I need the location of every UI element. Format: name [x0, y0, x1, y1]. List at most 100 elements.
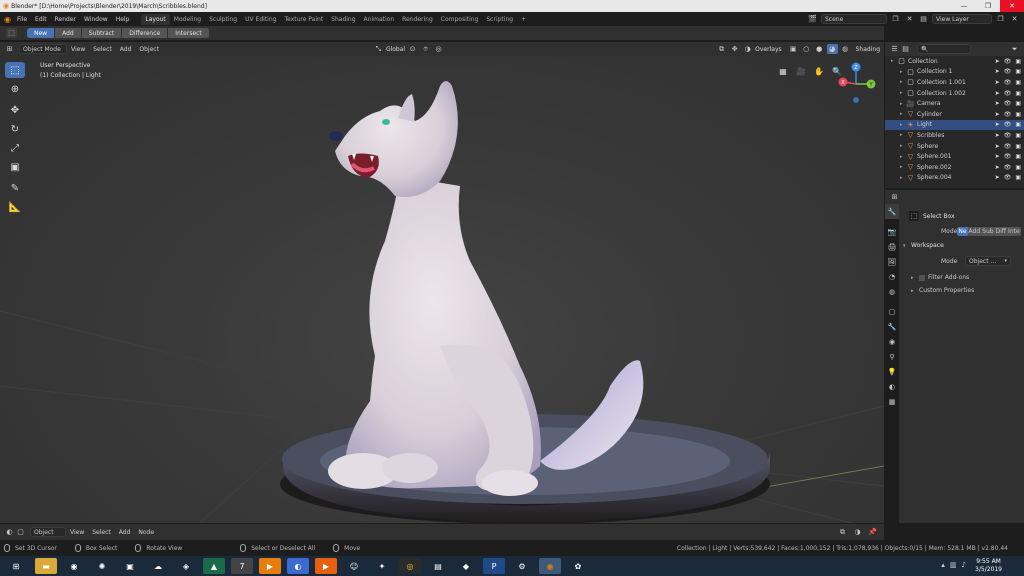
- eye-icon[interactable]: 👁: [1004, 164, 1012, 171]
- viewport-menu-object[interactable]: Object: [135, 46, 163, 53]
- 7zip-icon[interactable]: 7: [231, 558, 253, 574]
- rotate-icon[interactable]: ↻: [5, 121, 25, 137]
- viewport-visibility-icon[interactable]: ⧉: [716, 44, 727, 54]
- app-icon[interactable]: ☺: [343, 558, 365, 574]
- view-layer-icon[interactable]: ▤: [918, 14, 929, 24]
- annotate-icon[interactable]: ✎: [5, 180, 25, 196]
- scene-icon[interactable]: 🎬: [807, 14, 818, 24]
- select-box-icon[interactable]: ⬚: [5, 62, 25, 78]
- view-layer-tab-icon[interactable]: 🖼: [885, 254, 899, 269]
- tab-modeling[interactable]: Modeling: [170, 14, 205, 25]
- tab-sculpting[interactable]: Sculpting: [205, 14, 241, 25]
- selectable-arrow-icon[interactable]: ➤: [995, 153, 1000, 160]
- overlays-dropdown[interactable]: Overlays: [755, 46, 781, 53]
- tab-shading[interactable]: Shading: [327, 14, 359, 25]
- material-shading-icon[interactable]: ◕: [826, 44, 838, 54]
- start-button-icon[interactable]: ⊞: [3, 558, 29, 574]
- overlay-node-icon[interactable]: ◑: [852, 527, 863, 537]
- outliner-row[interactable]: ▸ ▽ Sphere.004 ➤ 👁 ▣: [885, 173, 1024, 184]
- render-visibility-icon[interactable]: ▣: [1015, 58, 1021, 65]
- app-icon[interactable]: ▲: [203, 558, 225, 574]
- select-box-tool-icon[interactable]: ⬚: [6, 28, 17, 38]
- app-icon[interactable]: ◐: [287, 558, 309, 574]
- blender-menu-icon[interactable]: ◉: [4, 15, 11, 24]
- cursor-icon[interactable]: ⊕: [5, 81, 25, 97]
- outliner-row[interactable]: ▸ ▽ Sphere.002 ➤ 👁 ▣: [885, 162, 1024, 173]
- close-button[interactable]: ✕: [1000, 0, 1024, 12]
- render-visibility-icon[interactable]: ▣: [1015, 164, 1021, 171]
- delete-layer-icon[interactable]: ✕: [1009, 14, 1020, 24]
- eye-icon[interactable]: 👁: [1004, 90, 1012, 97]
- menu-render[interactable]: Render: [51, 16, 80, 23]
- viewport-menu-select[interactable]: Select: [89, 46, 116, 53]
- menu-help[interactable]: Help: [112, 16, 134, 23]
- network-icon[interactable]: ▥: [950, 561, 957, 569]
- move-icon[interactable]: ✥: [5, 102, 25, 118]
- constraints-tab-icon[interactable]: ⚲: [885, 349, 899, 364]
- view-layer-selector[interactable]: View Layer: [932, 14, 992, 24]
- tab-uv-editing[interactable]: UV Editing: [241, 14, 280, 25]
- tab-scripting[interactable]: Scripting: [482, 14, 517, 25]
- render-visibility-icon[interactable]: ▣: [1015, 143, 1021, 150]
- object-mode-dropdown[interactable]: Object Mode: [19, 44, 67, 54]
- tab-rendering[interactable]: Rendering: [398, 14, 437, 25]
- mode-intersect-button[interactable]: Intersect: [168, 28, 210, 38]
- pin-node-icon[interactable]: 📌: [867, 527, 878, 537]
- app-icon[interactable]: ◆: [455, 558, 477, 574]
- eye-icon[interactable]: 👁: [1004, 174, 1012, 181]
- tab-compositing[interactable]: Compositing: [437, 14, 483, 25]
- outliner-search-input[interactable]: 🔍: [917, 44, 971, 54]
- outliner-row[interactable]: ▸ ▽ Scribbles ➤ 👁 ▣: [885, 130, 1024, 141]
- app-icon[interactable]: P: [483, 558, 505, 574]
- camera-view-icon[interactable]: 🎥: [794, 64, 808, 78]
- node-menu-add[interactable]: Add: [115, 529, 135, 536]
- eye-icon[interactable]: 👁: [1004, 68, 1012, 75]
- select-mode-add-button[interactable]: Add: [967, 227, 982, 236]
- editor-type-icon[interactable]: ⊞: [4, 44, 15, 54]
- mode-new-button[interactable]: New: [27, 28, 56, 38]
- outliner-row[interactable]: ▸ ▽ Sphere.001 ➤ 👁 ▣: [885, 151, 1024, 162]
- world-tab-icon[interactable]: ◍: [885, 284, 899, 299]
- eye-icon[interactable]: 👁: [1004, 143, 1012, 150]
- maximize-button[interactable]: ❐: [976, 0, 1000, 12]
- grid-view-icon[interactable]: ▦: [776, 64, 790, 78]
- render-visibility-icon[interactable]: ▣: [1015, 100, 1021, 107]
- mode-difference-button[interactable]: Difference: [122, 28, 169, 38]
- snap-icon[interactable]: ⌾: [420, 44, 431, 54]
- app-icon[interactable]: ✿: [567, 558, 589, 574]
- render-visibility-icon[interactable]: ▣: [1015, 132, 1021, 139]
- copy-scene-icon[interactable]: ❐: [890, 14, 901, 24]
- outliner-row[interactable]: ▸ ☀ Light ➤ 👁 ▣: [885, 119, 1024, 131]
- display-mode-icon[interactable]: ▤: [900, 44, 911, 54]
- app-icon[interactable]: ▣: [119, 558, 141, 574]
- tab-layout[interactable]: Layout: [141, 13, 170, 25]
- outliner-row[interactable]: ▸ ▽ Cylinder ➤ 👁 ▣: [885, 109, 1024, 120]
- selectable-arrow-icon[interactable]: ➤: [995, 58, 1000, 65]
- node-tree-type-icon[interactable]: ▢: [15, 527, 26, 537]
- xray-icon[interactable]: ▣: [788, 44, 799, 54]
- eye-icon[interactable]: 👁: [1004, 58, 1012, 65]
- selectable-arrow-icon[interactable]: ➤: [995, 100, 1000, 107]
- blender-taskbar-icon[interactable]: ◉: [539, 558, 561, 574]
- wireframe-shading-icon[interactable]: ○: [801, 44, 812, 54]
- solid-shading-icon[interactable]: ●: [814, 44, 825, 54]
- selectable-arrow-icon[interactable]: ➤: [995, 121, 1000, 128]
- workspace-mode-dropdown[interactable]: Object ... ▾: [965, 256, 1011, 266]
- selectable-arrow-icon[interactable]: ➤: [995, 174, 1000, 181]
- data-tab-icon[interactable]: 💡: [885, 364, 899, 379]
- select-mode-diff-button[interactable]: Diff: [994, 227, 1008, 236]
- copy-layer-icon[interactable]: ❐: [995, 14, 1006, 24]
- minimize-button[interactable]: —: [952, 0, 976, 12]
- eye-icon[interactable]: 👁: [1004, 132, 1012, 139]
- app-icon[interactable]: ▤: [427, 558, 449, 574]
- select-mode-inte-button[interactable]: Inte: [1007, 227, 1021, 236]
- render-tab-icon[interactable]: 📷: [885, 224, 899, 239]
- shading-dropdown[interactable]: Shading: [856, 46, 880, 53]
- orientation-dropdown[interactable]: Global: [386, 46, 405, 53]
- scene-tab-icon[interactable]: ◔: [885, 269, 899, 284]
- app-icon[interactable]: ◈: [175, 558, 197, 574]
- selectable-arrow-icon[interactable]: ➤: [995, 68, 1000, 75]
- filter-addons-row[interactable]: ▸ Filter Add-ons: [911, 274, 1020, 281]
- file-explorer-icon[interactable]: ▬: [35, 558, 57, 574]
- properties-type-icon[interactable]: ⊞: [889, 192, 900, 202]
